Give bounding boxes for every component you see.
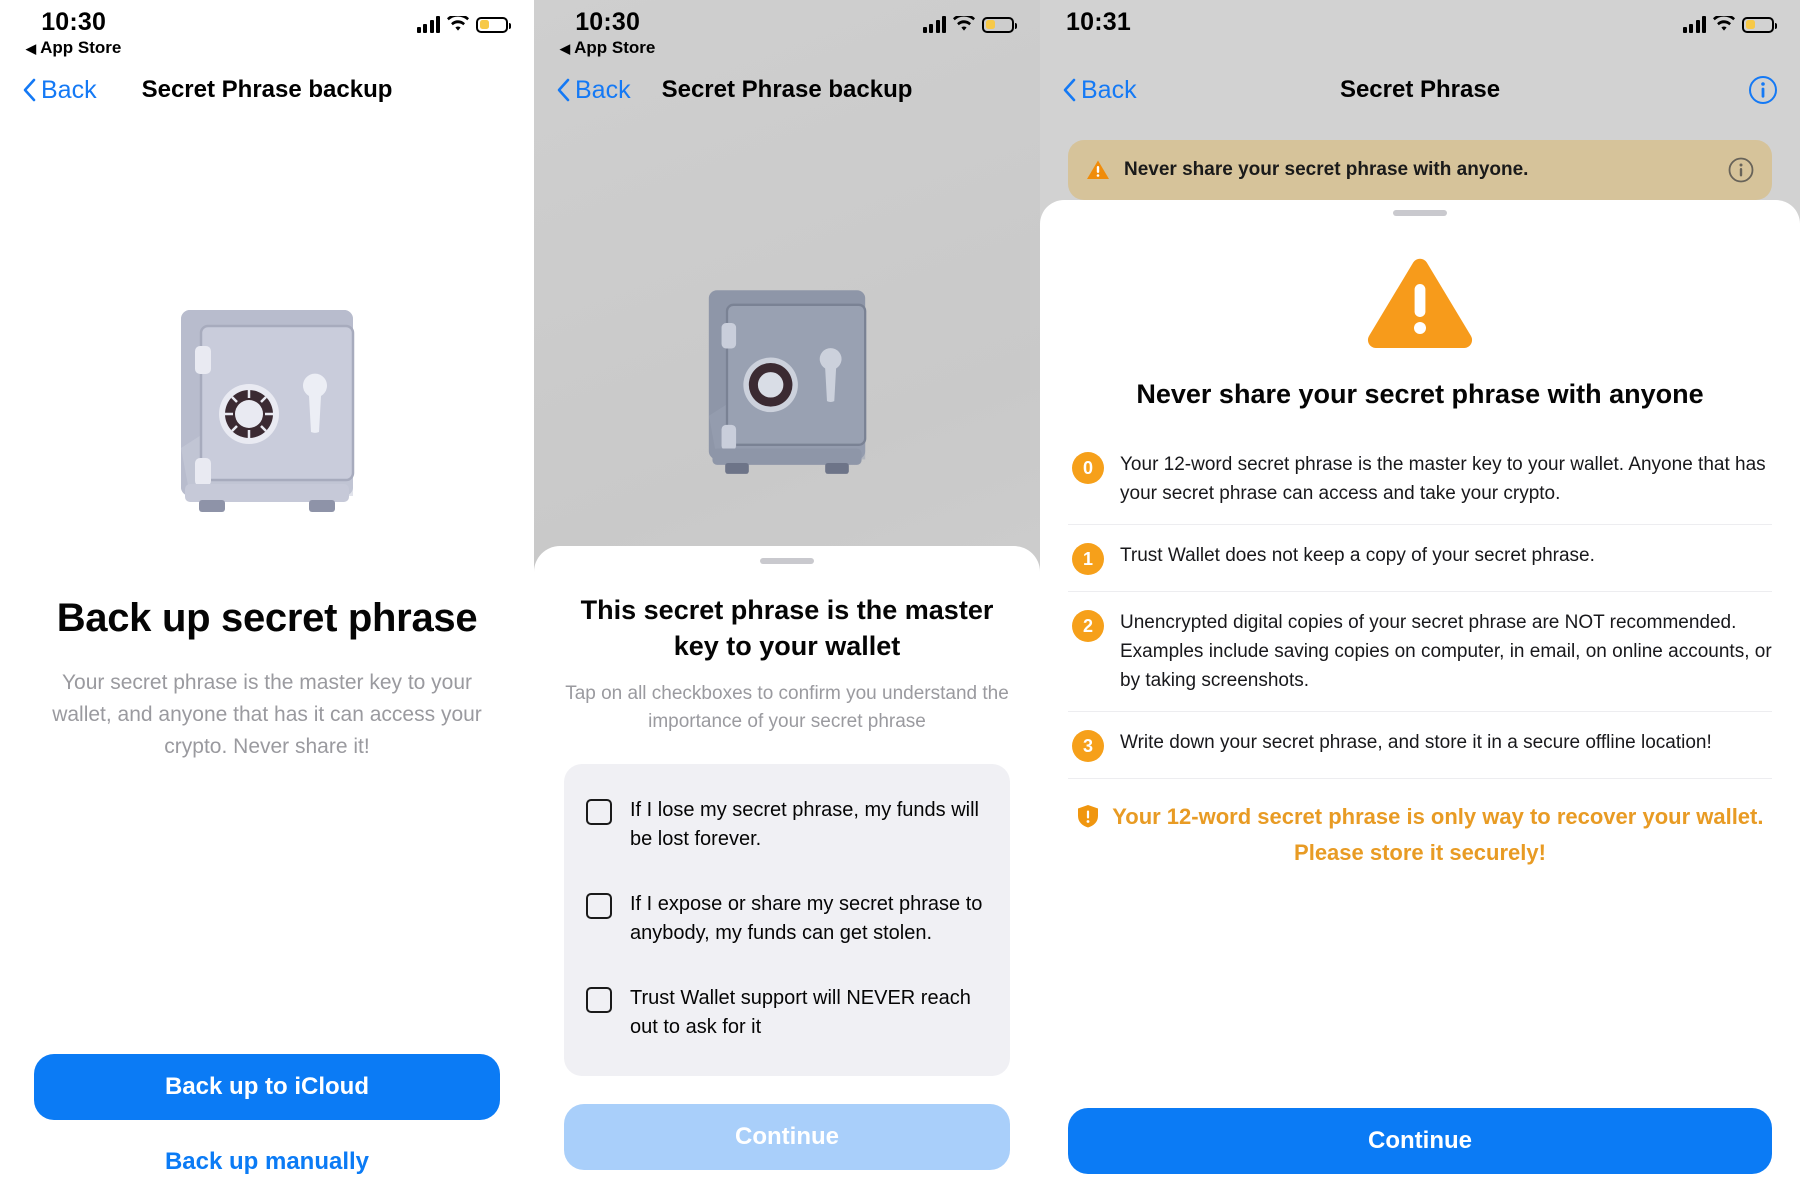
checkbox-row[interactable]: Trust Wallet support will NEVER reach ou… [586,974,988,1054]
list-item: 2 Unencrypted digital copies of your sec… [1068,591,1772,711]
wifi-icon [447,16,469,33]
shield-alert-icon [1077,804,1099,837]
list-item: 1 Trust Wallet does not keep a copy of y… [1068,524,1772,591]
panel1-actions: Back up to iCloud Back up manually [34,1054,500,1176]
safe-illustration [534,288,1040,478]
warning-banner-text: Never share your secret phrase with anyo… [1124,159,1529,180]
modal-grabber-handle[interactable] [1393,210,1447,216]
item-number-badge: 1 [1072,543,1104,575]
backup-manually-link[interactable]: Back up manually [34,1148,500,1176]
status-left: 10:30 ◀ App Store [560,8,655,58]
status-time: 10:31 [1066,8,1131,36]
back-button[interactable]: Back [1062,76,1137,105]
modal-title: Never share your secret phrase with anyo… [1136,379,1704,409]
back-label: Back [1081,75,1137,104]
page-heading: Back up secret phrase [56,596,478,640]
status-return-to-app[interactable]: ◀ App Store [560,38,655,58]
panel-secret-phrase-warning: 10:31 Back Secret Phrase Never share you… [1040,0,1800,1200]
item-number-badge: 3 [1072,730,1104,762]
chevron-left-icon [1063,78,1076,102]
status-time: 10:30 [41,8,107,36]
checkbox-icon[interactable] [586,987,612,1013]
item-text: Trust Wallet does not keep a copy of you… [1120,545,1595,566]
nav-bar: Back Secret Phrase backup [534,62,1040,118]
warning-triangle-icon [1086,159,1110,181]
battery-icon [476,16,511,33]
status-left: 10:31 [1066,8,1131,37]
back-triangle-icon: ◀ [560,41,570,56]
warning-banner: Never share your secret phrase with anyo… [1068,140,1772,200]
cellular-signal-icon [922,16,946,33]
checkbox-label: If I expose or share my secret phrase to… [630,893,983,944]
final-warning-text: Your 12-word secret phrase is only way t… [1112,804,1764,865]
checkbox-icon[interactable] [586,799,612,825]
warning-items-list: 0 Your 12-word secret phrase is the mast… [1068,434,1772,778]
list-item: 0 Your 12-word secret phrase is the mast… [1068,434,1772,524]
status-bar: 10:30 ◀ App Store [0,0,534,62]
list-item: 3 Write down your secret phrase, and sto… [1068,711,1772,778]
continue-button[interactable]: Continue [1068,1108,1772,1174]
status-return-label: App Store [40,38,122,57]
backup-to-icloud-button[interactable]: Back up to iCloud [34,1054,500,1120]
status-return-to-app[interactable]: ◀ App Store [26,38,121,58]
status-time: 10:30 [575,8,641,36]
sheet-subtitle: Tap on all checkboxes to confirm you und… [565,683,1009,732]
status-right [1682,8,1777,33]
item-text: Write down your secret phrase, and store… [1120,732,1712,753]
checkbox-row[interactable]: If I expose or share my secret phrase to… [586,880,988,960]
page-title: Secret Phrase [1339,76,1501,103]
back-button[interactable]: Back [22,76,97,105]
safe-illustration [34,308,500,516]
checkbox-icon[interactable] [586,893,612,919]
status-bar: 10:31 [1040,0,1800,62]
chevron-left-icon [557,78,570,102]
item-number-badge: 0 [1072,452,1104,484]
checkbox-label: If I lose my secret phrase, my funds wil… [630,799,980,850]
wifi-icon [1713,16,1735,33]
info-icon[interactable] [1748,75,1778,105]
chevron-left-icon [23,78,36,102]
panel1-content: Back up secret phrase Your secret phrase… [0,308,534,763]
nav-bar: Back Secret Phrase [1040,62,1800,118]
banner-info-icon[interactable] [1728,157,1754,183]
battery-icon [982,16,1017,33]
screenshot-triptych: 10:30 ◀ App Store Back Secret Phrase bac… [0,0,1800,1200]
back-label: Back [575,75,631,104]
status-left: 10:30 ◀ App Store [26,8,121,58]
wifi-icon [953,16,975,33]
panel-confirm-checkboxes: 10:30 ◀ App Store Back Secret Phrase bac… [534,0,1040,1200]
big-warning-triangle-icon [1068,256,1772,352]
final-warning-text-block: Your 12-word secret phrase is only way t… [1068,778,1772,869]
checkbox-card: If I lose my secret phrase, my funds wil… [564,764,1010,1076]
status-right [416,8,511,33]
cellular-signal-icon [416,16,440,33]
checkbox-row[interactable]: If I lose my secret phrase, my funds wil… [586,786,988,866]
back-label: Back [41,75,97,104]
page-description: Your secret phrase is the master key to … [52,671,482,758]
bottom-sheet: This secret phrase is the master key to … [534,546,1040,1200]
item-text: Your 12-word secret phrase is the master… [1120,454,1766,504]
sheet-grabber-handle[interactable] [760,558,814,564]
continue-button[interactable]: Continue [564,1104,1010,1170]
status-right [922,8,1017,33]
sheet-title: This secret phrase is the master key to … [580,595,994,661]
item-number-badge: 2 [1072,610,1104,642]
battery-icon [1742,16,1777,33]
back-button[interactable]: Back [556,76,631,105]
back-triangle-icon: ◀ [26,41,36,56]
cellular-signal-icon [1682,16,1706,33]
checkbox-label: Trust Wallet support will NEVER reach ou… [630,987,971,1038]
status-return-label: App Store [574,38,656,57]
warning-modal: Never share your secret phrase with anyo… [1040,200,1800,1200]
nav-bar: Back Secret Phrase backup [0,62,534,118]
panel-backup-intro: 10:30 ◀ App Store Back Secret Phrase bac… [0,0,534,1200]
item-text: Unencrypted digital copies of your secre… [1120,612,1772,691]
status-bar: 10:30 ◀ App Store [534,0,1040,62]
